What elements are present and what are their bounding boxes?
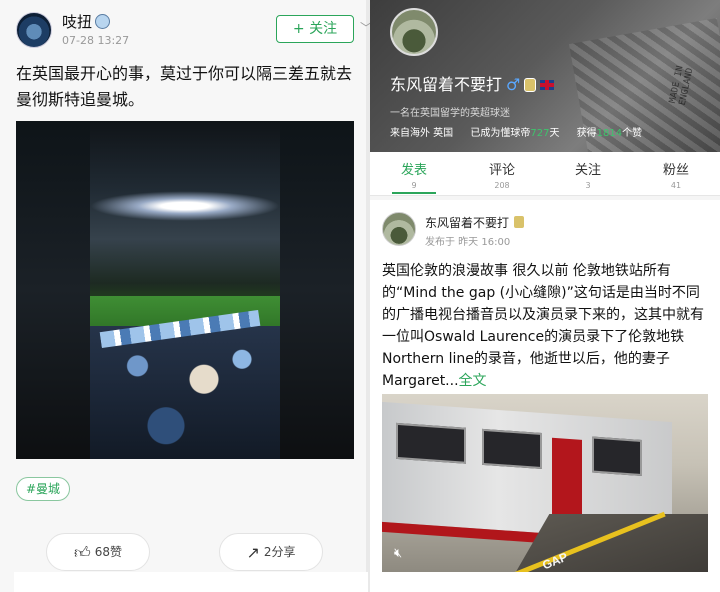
read-more-link[interactable]: 全文: [459, 373, 487, 389]
tab-count: 9: [411, 181, 417, 190]
profile-avatar[interactable]: [390, 8, 438, 56]
profile-header: MADE IN ENGLAND 东风留着不要打 ♂ 一名在英国留学的英超球迷 来自…: [370, 0, 720, 152]
profile-stats: 来自海外 英国 已成为懂球帝727天 获得1814个赞: [390, 124, 710, 139]
avatar[interactable]: [382, 212, 416, 246]
feed-photo[interactable]: GAP 🔇︎: [382, 394, 708, 572]
like-button[interactable]: 👍︎ 68赞: [46, 533, 150, 571]
club-crest-icon: [524, 78, 537, 92]
bottom-bar: [14, 572, 368, 592]
feed-text: 英国伦敦的浪漫故事 很久以前 伦敦地铁站所有的“Mind the gap (小心…: [382, 260, 712, 392]
feed-author[interactable]: 东风留着不要打: [425, 214, 526, 231]
post-time: 07-28 13:27: [62, 34, 130, 47]
profile-bio: 一名在英国留学的英超球迷: [390, 108, 510, 119]
username-text: 吱扭: [62, 13, 93, 31]
tab-followers[interactable]: 粉丝 41: [636, 159, 716, 190]
days-value: 727: [530, 128, 550, 139]
profile-name: 东风留着不要打 ♂: [390, 71, 555, 95]
days-prefix: 已成为懂球帝: [470, 128, 531, 139]
train-window: [482, 428, 542, 470]
profile-panel: MADE IN ENGLAND 东风留着不要打 ♂ 一名在英国留学的英超球迷 来自…: [370, 0, 720, 592]
video-blur-left: [16, 121, 90, 459]
feed-text-body: 英国伦敦的浪漫故事 很久以前 伦敦地铁站所有的“Mind the gap (小心…: [382, 263, 704, 389]
feed-time: 发布于 昨天 16:00: [425, 237, 511, 248]
profile-location: 来自海外 英国: [390, 128, 454, 139]
likes-value: 1814: [596, 128, 623, 139]
video-blur-right: [280, 121, 354, 459]
feed-post: 东风留着不要打 发布于 昨天 16:00 英国伦敦的浪漫故事 很久以前 伦敦地铁…: [370, 200, 720, 592]
topic-tag[interactable]: #曼城: [16, 477, 70, 501]
video-frame: [90, 121, 280, 459]
profile-days: 已成为懂球帝727天: [470, 128, 559, 139]
active-tab-indicator: [392, 192, 436, 194]
likes-suffix: 个赞: [622, 128, 643, 139]
tab-posts[interactable]: 发表 9: [374, 159, 454, 190]
train-window: [592, 436, 642, 477]
thumbs-up-icon: 👍︎: [73, 543, 91, 562]
train-door: [552, 437, 582, 520]
post-text: 在英国最开心的事，莫过于你可以隔三差五就去曼彻斯特追曼城。: [16, 64, 353, 109]
train-window: [396, 422, 466, 464]
share-icon: ↗: [246, 543, 260, 562]
tab-label: 关注: [574, 163, 601, 178]
tab-comments[interactable]: 评论 208: [462, 159, 542, 190]
likes-prefix: 获得: [576, 128, 597, 139]
tab-count: 3: [585, 181, 591, 190]
tab-count: 41: [670, 181, 682, 190]
profile-likes: 获得1814个赞: [577, 128, 642, 139]
tab-label: 评论: [488, 163, 515, 178]
profile-name-text: 东风留着不要打: [390, 75, 503, 94]
post-header: 吱扭 07-28 13:27 + 关注 ﹀: [16, 10, 372, 50]
screenshot-root: 吱扭 07-28 13:27 + 关注 ﹀ 在英国最开心的事，莫过于你可以隔三差…: [0, 0, 720, 592]
video-player[interactable]: [16, 121, 354, 459]
follow-button[interactable]: + 关注: [276, 15, 354, 43]
feed-author-text: 东风留着不要打: [425, 216, 510, 230]
like-count: 68赞: [94, 545, 122, 559]
male-icon: ♂: [506, 75, 521, 94]
mute-icon[interactable]: 🔇︎: [394, 546, 412, 562]
days-suffix: 天: [549, 128, 560, 139]
tab-label: 发表: [400, 163, 427, 178]
club-crest-icon: [513, 215, 526, 229]
club-badge-icon: [95, 14, 111, 29]
crowd: [90, 326, 280, 459]
uk-flag-icon: [540, 80, 555, 90]
tab-following[interactable]: 关注 3: [548, 159, 628, 190]
share-count: 2分享: [263, 545, 296, 559]
avatar[interactable]: [16, 12, 52, 48]
share-button[interactable]: ↗ 2分享: [219, 533, 323, 571]
profile-tabs: 发表 9 评论 208 关注 3 粉丝 41: [370, 152, 720, 196]
left-post-panel: 吱扭 07-28 13:27 + 关注 ﹀ 在英国最开心的事，莫过于你可以隔三差…: [0, 0, 372, 592]
stadium-lights: [90, 191, 280, 221]
tab-count: 208: [494, 181, 510, 190]
username[interactable]: 吱扭: [62, 11, 111, 32]
tab-label: 粉丝: [662, 163, 689, 178]
